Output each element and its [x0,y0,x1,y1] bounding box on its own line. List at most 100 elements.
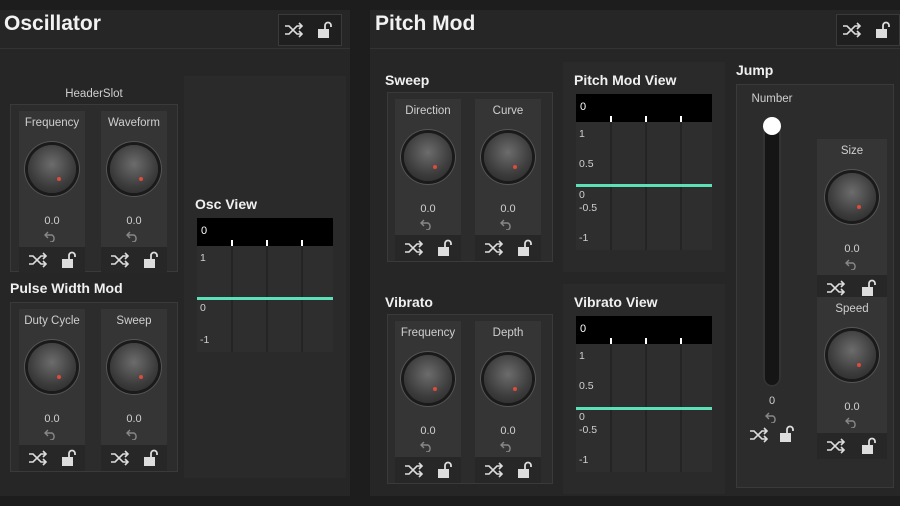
randomize-button[interactable] [403,237,425,259]
undo-icon[interactable] [845,416,859,428]
undo-icon[interactable] [500,440,514,452]
randomize-button[interactable] [283,19,305,41]
randomize-button[interactable] [403,459,425,481]
knob-indicator [857,205,861,209]
knob-buttons [475,235,541,261]
undo-icon[interactable] [126,428,140,440]
undo-icon[interactable] [44,428,58,440]
randomize-button[interactable] [483,459,505,481]
oscillator-panel: Oscillator HeaderSlot Frequency 0.0 Wave… [0,10,350,496]
knob-waveform: Waveform 0.0 [101,111,167,273]
randomize-button[interactable] [825,277,847,299]
knob-value: 0.0 [126,413,142,425]
lock-open-icon [780,425,794,442]
number-slider-handle[interactable] [763,117,781,135]
shuffle-icon [405,462,424,478]
knob-indicator [57,177,61,181]
lock-button[interactable] [57,447,79,469]
undo-icon[interactable] [420,440,434,452]
lock-button[interactable] [857,435,879,457]
jump-group: Number 0 Size 0.0 Speed 0.0 [736,84,894,488]
pulse-width-mod-knob-group: Duty Cycle 0.0 Sweep 0.0 [10,302,178,472]
knob-label: Size [840,145,864,157]
knob-value: 0.0 [844,401,860,413]
knob-label: Direction [405,105,451,117]
randomize-button[interactable] [483,237,505,259]
lock-button[interactable] [871,19,893,41]
direction-knob[interactable] [404,133,452,181]
lock-button[interactable] [433,459,455,481]
sweep-title: Sweep [385,72,430,88]
lock-button[interactable] [57,249,79,271]
curve-knob[interactable] [484,133,532,181]
knob-buttons [101,445,167,471]
undo-icon[interactable] [500,218,514,230]
lock-button[interactable] [139,447,161,469]
undo-icon[interactable] [420,218,434,230]
lock-open-icon [862,279,876,296]
graph-top-value: 0 [580,323,587,335]
number-label: Number [751,93,793,105]
lock-button[interactable] [433,237,455,259]
knob-value: 0.0 [44,215,60,227]
knob-duty-cycle: Duty Cycle 0.0 [19,309,85,471]
lock-button[interactable] [139,249,161,271]
knob-label: Waveform [108,117,160,129]
oscillator-knob-group: Frequency 0.0 Waveform 0.0 [10,104,178,273]
y-label: 1 [579,128,585,140]
number-slider-track[interactable] [763,117,781,387]
knob-buttons [395,235,461,261]
undo-icon[interactable] [126,230,140,242]
sweep-knob[interactable] [110,343,158,391]
knob-indicator [513,387,517,391]
graph-top-value: 0 [201,225,208,237]
knob-indicator [857,363,861,367]
lock-button[interactable] [513,459,535,481]
vibrato-view: Vibrato View 0 1 0.5 0 -0.5 -1 [563,284,725,494]
jump-title: Jump [736,62,774,78]
undo-icon[interactable] [765,411,779,423]
randomize-button[interactable] [27,447,49,469]
lock-open-icon [318,21,332,38]
lock-button[interactable] [313,19,335,41]
knob-direction: Direction 0.0 [395,99,461,261]
frequency-knob[interactable] [28,145,76,193]
y-label: 0 [579,411,585,423]
depth-knob[interactable] [484,355,532,403]
randomize-button[interactable] [749,427,769,443]
lock-open-icon [876,21,890,38]
shuffle-icon [29,252,48,268]
knob-sweep: Sweep 0.0 [101,309,167,471]
undo-icon[interactable] [845,258,859,270]
lock-open-icon [144,251,158,268]
pitch-mod-view-title: Pitch Mod View [574,72,677,88]
duty-cycle-knob[interactable] [28,343,76,391]
waveform-knob[interactable] [110,145,158,193]
pitch-mod-panel: Pitch Mod Sweep Direction 0.0 Curve 0.0 [370,10,900,496]
randomize-button[interactable] [825,435,847,457]
y-label: 0.5 [579,380,594,392]
lock-button[interactable] [857,277,879,299]
randomize-button[interactable] [109,249,131,271]
randomize-button[interactable] [109,447,131,469]
lock-open-icon [518,461,532,478]
y-label: 0 [200,302,206,314]
vibrato-frequency-knob[interactable] [404,355,452,403]
lock-button[interactable] [513,237,535,259]
knob-label: Frequency [24,117,80,129]
knob-indicator [433,165,437,169]
undo-icon[interactable] [44,230,58,242]
pitch-mod-title: Pitch Mod [375,12,476,35]
shuffle-icon [485,462,504,478]
y-label: -1 [579,232,589,244]
osc-view: Osc View 0 1 0 -1 [184,76,346,478]
knob-frequency: Frequency 0.0 [19,111,85,273]
lock-button[interactable] [777,425,795,443]
shuffle-icon [285,22,304,38]
randomize-button[interactable] [841,19,863,41]
speed-knob[interactable] [828,331,876,379]
randomize-button[interactable] [27,249,49,271]
lock-open-icon [144,449,158,466]
size-knob[interactable] [828,173,876,221]
graph-header: 0 [576,316,712,344]
